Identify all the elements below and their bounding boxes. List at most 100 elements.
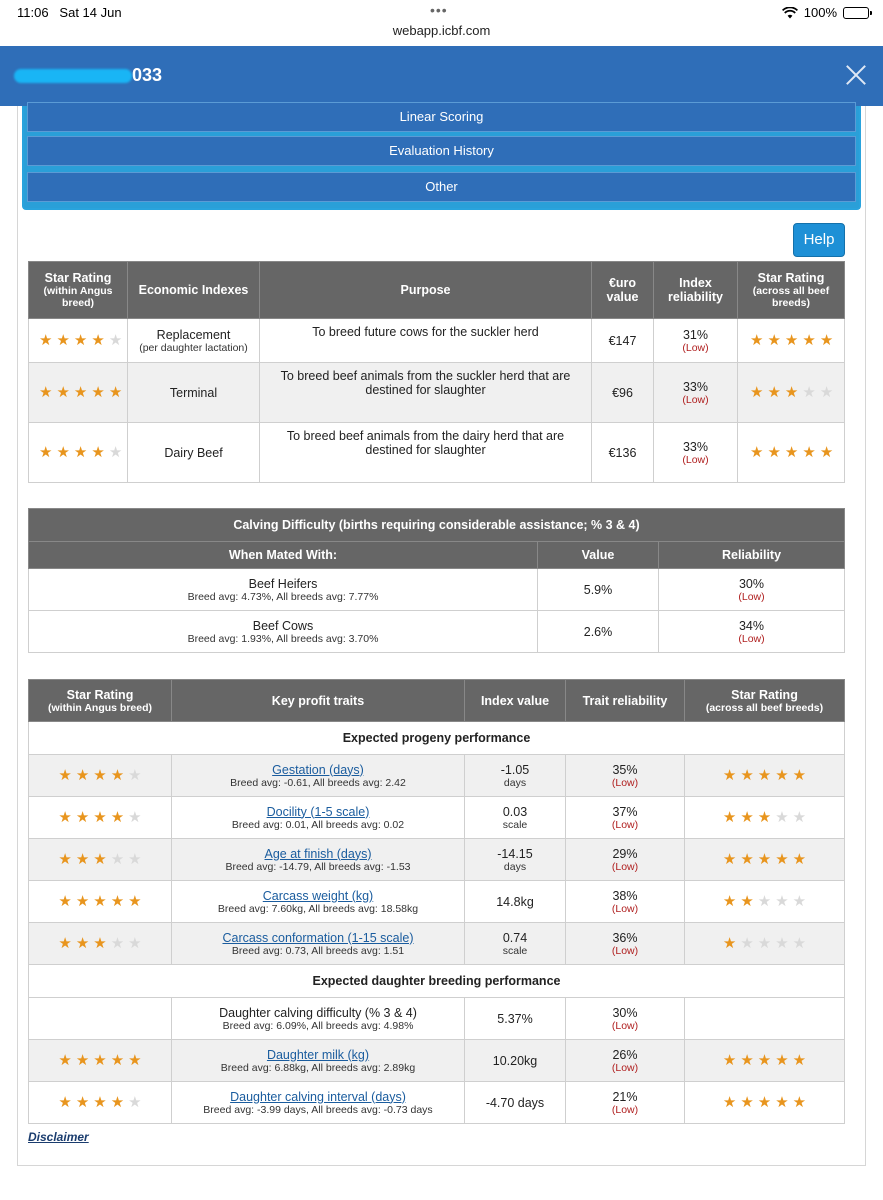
reliability-cell: 36% (Low) [565,922,685,965]
breed-avg: Breed avg: 6.09%, All breeds avg: 4.98% [222,1019,414,1032]
star-icon: ★ [108,443,123,461]
url-bar[interactable]: webapp.icbf.com [0,23,883,38]
star-icon: ★ [740,934,754,952]
star-icon: ★ [110,934,125,952]
mated-cell: Beef Heifers Breed avg: 4.73%, All breeds… [28,568,538,611]
reliability-value: 36% [612,930,638,945]
header-reliability: Reliability [657,541,846,569]
star-rating: ★ ★ ★ ★ ★ [56,936,143,952]
trait-link[interactable]: Gestation (days) [172,763,464,777]
reliability-cell: 26% (Low) [565,1039,685,1082]
star-icon: ★ [91,443,105,461]
star-all-cell: ★ ★ ★ ★ ★ [684,880,845,923]
euro-value-cell: €147 [591,318,654,363]
help-button[interactable]: Help [793,223,845,257]
index-value-cell: -4.70 days [464,1081,566,1124]
star-icon: ★ [767,443,781,461]
breed-avg: Breed avg: 0.73, All breeds avg: 1.51 [231,944,405,957]
star-cell: ★ ★ ★ ★ ★ [28,362,128,423]
breed-avg: Breed avg: -3.99 days, All breeds avg: -… [203,1103,433,1116]
reliability-value: 31% [682,327,709,342]
index-unit: days [503,860,527,873]
star-icon: ★ [757,934,772,952]
reliability-level: (Low) [611,776,639,789]
breed-avg: Breed avg: 6.88kg, All breeds avg: 2.89k… [220,1061,416,1074]
index-value: 0.74 [502,930,528,945]
star-icon: ★ [93,1093,107,1111]
status-time: 11:06 Sat 14 Jun [17,5,122,20]
reliability-cell: 35% (Low) [565,754,685,797]
star-icon: ★ [722,892,737,910]
star-all-cell [684,997,845,1040]
star-icon: ★ [757,1093,772,1111]
star-icon: ★ [775,808,789,826]
reliability-value: 30% [738,576,765,591]
star-icon: ★ [792,766,807,784]
index-name-cell: Dairy Beef [127,422,260,483]
star-icon: ★ [128,850,142,868]
star-icon: ★ [58,808,72,826]
mated-name: Beef Cows [252,618,314,633]
trait-link[interactable]: Carcass weight (kg) [172,889,464,903]
star-rating: ★ ★ ★ ★ ★ [37,445,124,461]
star-icon: ★ [784,443,799,461]
reliability-level: (Low) [738,590,765,603]
star-rating: ★ ★ ★ ★ ★ [56,852,143,868]
index-value: -1.05 [500,762,530,777]
star-icon: ★ [757,1051,772,1069]
star-icon: ★ [108,383,123,401]
star-rating: ★ ★ ★ ★ ★ [37,385,124,401]
star-icon: ★ [110,766,125,784]
evaluation-history-button[interactable]: Evaluation History [27,136,856,166]
header-index-reliability: Index reliability [653,261,738,319]
reliability-level: (Low) [611,1061,639,1074]
index-value: 5.37% [497,1011,533,1026]
star-icon: ★ [722,1093,737,1111]
star-all-cell: ★ ★ ★ ★ ★ [684,796,845,839]
more-dots-icon[interactable]: ••• [430,2,448,18]
star-icon: ★ [775,766,789,784]
star-icon: ★ [110,850,125,868]
purpose-text: To breed future cows for the suckler her… [312,325,539,339]
star-icon: ★ [784,331,799,349]
table-row: ★ ★ ★ ★ ★ Carcass weight (kg) Breed avg: 7.60k… [28,880,845,923]
index-unit: days [503,776,527,789]
star-cell: ★ ★ ★ ★ ★ [28,422,128,483]
star-icon: ★ [73,331,88,349]
star-rating: ★ ★ ★ ★ ★ [56,810,143,826]
close-icon[interactable] [845,64,867,86]
breed-avg: Breed avg: 1.93%, All breeds avg: 3.70% [187,632,379,645]
star-cell: ★ ★ ★ ★ ★ [28,754,172,797]
purpose-text: To breed beef animals from the dairy her… [286,429,565,457]
trait-link[interactable]: Docility (1-5 scale) [172,805,464,819]
trait-link[interactable]: Daughter milk (kg) [172,1048,464,1062]
reliability-level: (Low) [611,1019,639,1032]
star-icon: ★ [56,331,70,349]
linear-scoring-button[interactable]: Linear Scoring [27,102,856,132]
trait-cell: Daughter calving interval (days) Breed av… [171,1081,465,1124]
star-icon: ★ [792,850,807,868]
disclaimer-link[interactable]: Disclaimer [28,1130,89,1144]
star-cell [28,997,172,1040]
star-icon: ★ [93,892,107,910]
trait-link[interactable]: Carcass conformation (1-15 scale) [172,931,464,945]
star-icon: ★ [56,443,70,461]
trait-link[interactable]: Daughter calving interval (days) [172,1090,464,1104]
star-icon: ★ [75,934,90,952]
index-value-cell: 0.74 scale [464,922,566,965]
breed-avg: Breed avg: -0.61, All breeds avg: 2.42 [230,776,406,789]
star-icon: ★ [75,850,90,868]
trait-link[interactable]: Age at finish (days) [172,847,464,861]
other-button[interactable]: Other [27,172,856,202]
star-cell: ★ ★ ★ ★ ★ [28,796,172,839]
reliability-value: 33% [682,379,709,394]
star-icon: ★ [722,808,737,826]
index-value: 0.03 [502,804,528,819]
star-icon: ★ [110,1051,125,1069]
star-icon: ★ [128,892,142,910]
star-icon: ★ [58,1093,72,1111]
star-icon: ★ [128,934,142,952]
table-row: ★ ★ ★ ★ ★ Daughter calving interval (days) Bre… [28,1081,845,1124]
daughter-section-row: Expected daughter breeding performance [28,964,845,998]
star-icon: ★ [722,766,737,784]
